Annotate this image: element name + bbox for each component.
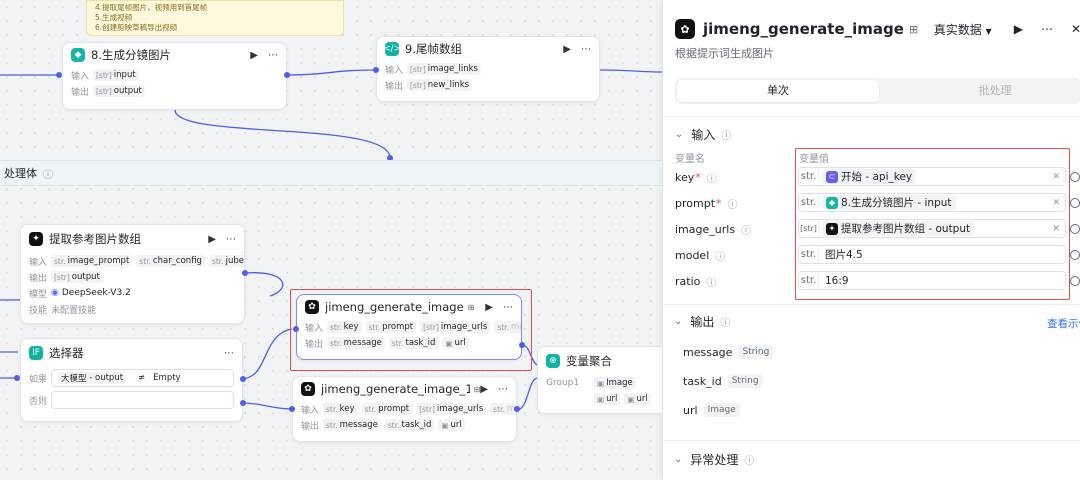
output-port[interactable]: [240, 376, 246, 382]
input-port[interactable]: [14, 375, 20, 381]
more-icon[interactable]: ⋯: [224, 348, 234, 359]
variable-toggle-icon[interactable]: [1070, 224, 1080, 234]
more-icon[interactable]: ⋯: [226, 234, 236, 245]
cube-icon: ◆: [71, 48, 85, 62]
tab-batch[interactable]: 批处理: [895, 80, 1080, 102]
chevron-down-icon: ⌄: [674, 454, 683, 465]
jimeng-icon: ✿: [675, 19, 695, 39]
aggregate-icon: ⊕: [546, 354, 560, 368]
info-icon: ⓘ: [706, 174, 717, 185]
param-prompt: prompt * ⓘ: [675, 197, 738, 211]
note-line: 6.创建剪映草稿导出视频: [95, 23, 178, 32]
output-task-id: task_id String: [683, 374, 763, 388]
info-icon: ⓘ: [706, 278, 717, 289]
info-icon: ⓘ: [715, 252, 726, 263]
note-line: 4.提取尾帧图片，视频用到首尾帧: [95, 3, 208, 12]
deepseek-icon: ◉: [51, 288, 59, 298]
more-icon[interactable]: ⋯: [498, 384, 508, 395]
band-title: 处理体: [4, 167, 37, 180]
param-ratio: ratio ⓘ: [675, 275, 717, 289]
divider: [662, 304, 1080, 305]
output-message: message String: [683, 345, 774, 359]
node-title: 8.生成分镜图片: [91, 48, 171, 62]
highlight-box: [795, 148, 1070, 300]
condition-operator: ≠: [138, 373, 146, 383]
input-section-header[interactable]: ⌄ 输入 ⓘ: [675, 126, 731, 143]
param-model: model ⓘ: [675, 249, 726, 263]
info-icon: ⓘ: [720, 318, 731, 329]
input-port[interactable]: [289, 406, 295, 412]
note-line: 5.生成视频: [95, 13, 133, 22]
node-title: 选择器: [49, 346, 84, 360]
run-icon[interactable]: ▶: [563, 44, 571, 55]
node-selector[interactable]: IF 选择器 ⋯ 如果 大模型 - output ≠ Empty 否则: [20, 338, 243, 422]
panel-title: jimeng_generate_image: [703, 20, 904, 38]
code-icon: </>: [382, 42, 402, 56]
output-port[interactable]: [519, 342, 525, 348]
run-icon[interactable]: ▶: [250, 50, 258, 61]
data-mode-dropdown[interactable]: 真实数据 ▼: [934, 21, 992, 38]
plugin-icon: ⊞: [908, 22, 919, 36]
close-icon[interactable]: ✕: [1071, 22, 1080, 36]
output-url: url Image: [683, 403, 740, 417]
node-title: 提取参考图片数组: [49, 232, 141, 246]
node-storyboard-images[interactable]: ◆ 8.生成分镜图片 ▶ ⋯ 输入 [str] input 输出 [str] outpu…: [62, 42, 287, 110]
input-port[interactable]: [56, 72, 62, 78]
input-port[interactable]: [373, 67, 379, 73]
highlight-box: [290, 289, 532, 371]
workflow-canvas[interactable]: 4.提取尾帧图片，视频用到首尾帧 5.生成视频 6.创建剪映草稿导出视频 ◆ 8…: [0, 0, 662, 480]
run-mode-tabs: 单次 批处理: [675, 78, 1080, 104]
variable-toggle-icon[interactable]: [1070, 198, 1080, 208]
info-icon: ⓘ: [741, 226, 752, 237]
node-title: 9.尾帧数组: [405, 42, 462, 56]
info-icon: ⓘ: [43, 169, 53, 181]
output-port[interactable]: [284, 72, 290, 78]
annotation-note[interactable]: 4.提取尾帧图片，视频用到首尾帧 5.生成视频 6.创建剪映草稿导出视频: [86, 0, 344, 36]
tab-single[interactable]: 单次: [677, 80, 879, 102]
panel-description: 根据提示词生成图片: [675, 47, 774, 60]
jimeng-icon: ✿: [301, 382, 315, 396]
llm-icon: ✦: [29, 232, 43, 246]
node-title: jimeng_generate_image_1: [321, 382, 470, 396]
condition-right: Empty: [153, 373, 181, 383]
chevron-down-icon: ⌄: [674, 316, 683, 327]
variable-toggle-icon[interactable]: [1070, 172, 1080, 182]
node-title: 变量聚合: [566, 354, 612, 368]
variable-toggle-icon[interactable]: [1070, 250, 1080, 260]
divider: [662, 440, 1080, 441]
condition-box[interactable]: 大模型 - output ≠ Empty: [51, 369, 234, 387]
output-port[interactable]: [514, 406, 520, 412]
node-extract-reference-images[interactable]: ✦ 提取参考图片数组 ▶ ⋯ 输入 str. image_prompt str. c…: [20, 224, 245, 324]
more-icon[interactable]: ⋯: [1041, 22, 1053, 36]
run-icon[interactable]: ▶: [208, 234, 216, 245]
plugin-icon: ⊞: [473, 384, 481, 394]
error-section-header[interactable]: ⌄ 异常处理 ⓘ: [674, 451, 754, 468]
info-icon: ⓘ: [727, 200, 738, 211]
param-key: key * ⓘ: [675, 171, 717, 185]
more-icon[interactable]: ⋯: [268, 50, 278, 61]
more-icon[interactable]: ⋯: [581, 44, 591, 55]
input-port[interactable]: [293, 326, 299, 332]
output-section-header[interactable]: ⌄ 输出 ⓘ: [674, 313, 730, 330]
run-icon[interactable]: ▶: [1014, 22, 1023, 36]
else-box[interactable]: [51, 391, 234, 409]
output-port[interactable]: [242, 270, 248, 276]
node-variable-aggregate[interactable]: ⊕ 变量聚合 Group1 ▣ Image ▣ url ▣ url: [537, 346, 662, 414]
output-port[interactable]: [240, 400, 246, 406]
divider: [663, 116, 1080, 117]
if-icon: IF: [29, 346, 43, 360]
variable-toggle-icon[interactable]: [1070, 276, 1080, 286]
info-icon: ⓘ: [744, 456, 755, 467]
node-tail-frames[interactable]: </> 9.尾帧数组 ▶ ⋯ 输入 [str] image_links 输出 [str…: [376, 36, 600, 102]
condition-left-tag: 大模型 - output: [58, 372, 127, 384]
view-example-link[interactable]: 查看示例: [1047, 316, 1080, 331]
node-jimeng-generate-image-1[interactable]: ✿ jimeng_generate_image_1 ⊞ ▶ ⋯ 输入 str. k…: [292, 376, 517, 442]
info-icon: ⓘ: [721, 131, 732, 142]
column-header-name: 变量名: [675, 154, 705, 165]
chevron-down-icon: ▼: [985, 26, 992, 36]
chevron-down-icon: ⌄: [675, 129, 684, 140]
loop-body-band: 处理体 ⓘ: [0, 160, 662, 186]
param-image-urls: image_urls ⓘ: [675, 223, 752, 237]
run-icon[interactable]: ▶: [480, 384, 488, 395]
